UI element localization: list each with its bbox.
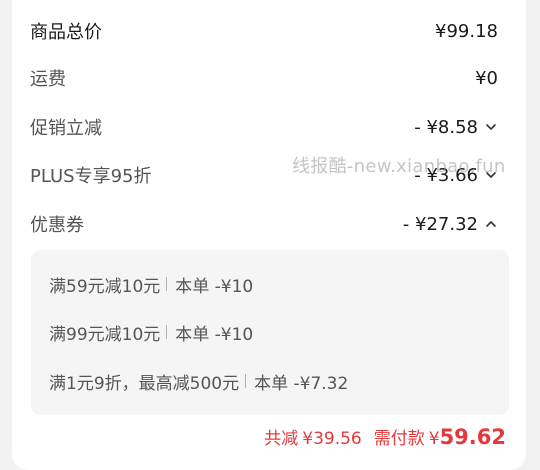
coupon-amount: 本单 -¥7.32 (254, 373, 349, 394)
order-price-card: 商品总价 ¥99.18 运费 ¥0 促销立减 - ¥8.58 PLUS专享95折… (12, 0, 526, 470)
promotion-value-wrap[interactable]: - ¥8.58 (414, 117, 498, 138)
divider (166, 325, 168, 339)
coupon-desc: 满99元减10元 (49, 324, 161, 345)
row-promotion[interactable]: 促销立减 - ¥8.58 (30, 111, 498, 143)
goods-total-value: ¥99.18 (435, 20, 498, 42)
divider (245, 374, 247, 388)
coupon-desc: 满59元减10元 (49, 276, 161, 297)
total-reduce-amount: ¥39.56 (302, 429, 362, 449)
coupon-item: 满99元减10元 本单 -¥10 (49, 318, 253, 346)
coupon-desc: 满1元9折，最高减500元 (49, 373, 240, 394)
coupon-value: - ¥27.32 (402, 213, 478, 235)
coupon-value-wrap[interactable]: - ¥27.32 (403, 214, 498, 235)
coupon-label: 优惠券 (30, 215, 84, 236)
shipping-label: 运费 (30, 69, 66, 90)
plus-discount-label: PLUS专享95折 (30, 166, 152, 187)
price-summary: 共减 ¥39.56 需付款 ¥ 59.62 (264, 424, 506, 449)
row-coupon[interactable]: 优惠券 - ¥27.32 (30, 208, 498, 240)
plus-discount-value: - ¥3.66 (414, 164, 478, 186)
plus-discount-value-wrap[interactable]: - ¥3.66 (414, 165, 498, 186)
coupon-detail-panel: 满59元减10元 本单 -¥10 满99元减10元 本单 -¥10 满1元9折，… (31, 250, 509, 415)
goods-total-label: 商品总价 (30, 22, 102, 43)
chevron-down-icon[interactable] (484, 120, 498, 134)
chevron-down-icon[interactable] (484, 168, 498, 182)
pay-amount: 59.62 (439, 425, 506, 449)
divider (166, 277, 168, 291)
chevron-up-icon[interactable] (484, 217, 498, 231)
row-plus-discount[interactable]: PLUS专享95折 - ¥3.66 (30, 159, 498, 191)
row-shipping: 运费 ¥0 (30, 62, 498, 94)
pay-currency: ¥ (428, 429, 440, 449)
shipping-value: ¥0 (475, 67, 498, 89)
total-reduce-label: 共减 (264, 429, 299, 449)
coupon-amount: 本单 -¥10 (175, 324, 254, 345)
coupon-item: 满1元9折，最高减500元 本单 -¥7.32 (49, 367, 348, 395)
coupon-item: 满59元减10元 本单 -¥10 (49, 270, 253, 298)
coupon-amount: 本单 -¥10 (175, 276, 254, 297)
promotion-value: - ¥8.58 (414, 116, 478, 138)
pay-label: 需付款 (373, 429, 425, 449)
promotion-label: 促销立减 (30, 118, 102, 139)
row-goods-total: 商品总价 ¥99.18 (30, 15, 498, 47)
